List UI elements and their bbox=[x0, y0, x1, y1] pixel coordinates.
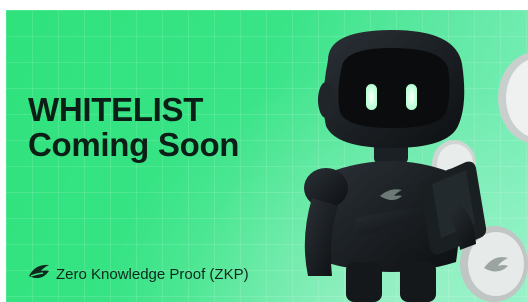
headline-coming-soon: Coming Soon bbox=[28, 126, 240, 163]
zkp-logo-icon bbox=[29, 264, 49, 279]
whitelist-banner: WHITELIST Coming Soon Zero Knowledge Pro… bbox=[6, 10, 528, 302]
headline-whitelist: WHITELIST bbox=[28, 91, 204, 128]
headline: WHITELIST Coming Soon bbox=[28, 92, 239, 162]
brand-name: Zero Knowledge Proof (ZKP) bbox=[56, 265, 249, 283]
brand-lockup: Zero Knowledge Proof (ZKP) bbox=[28, 264, 249, 284]
robot-mascot-illustration bbox=[304, 30, 487, 302]
